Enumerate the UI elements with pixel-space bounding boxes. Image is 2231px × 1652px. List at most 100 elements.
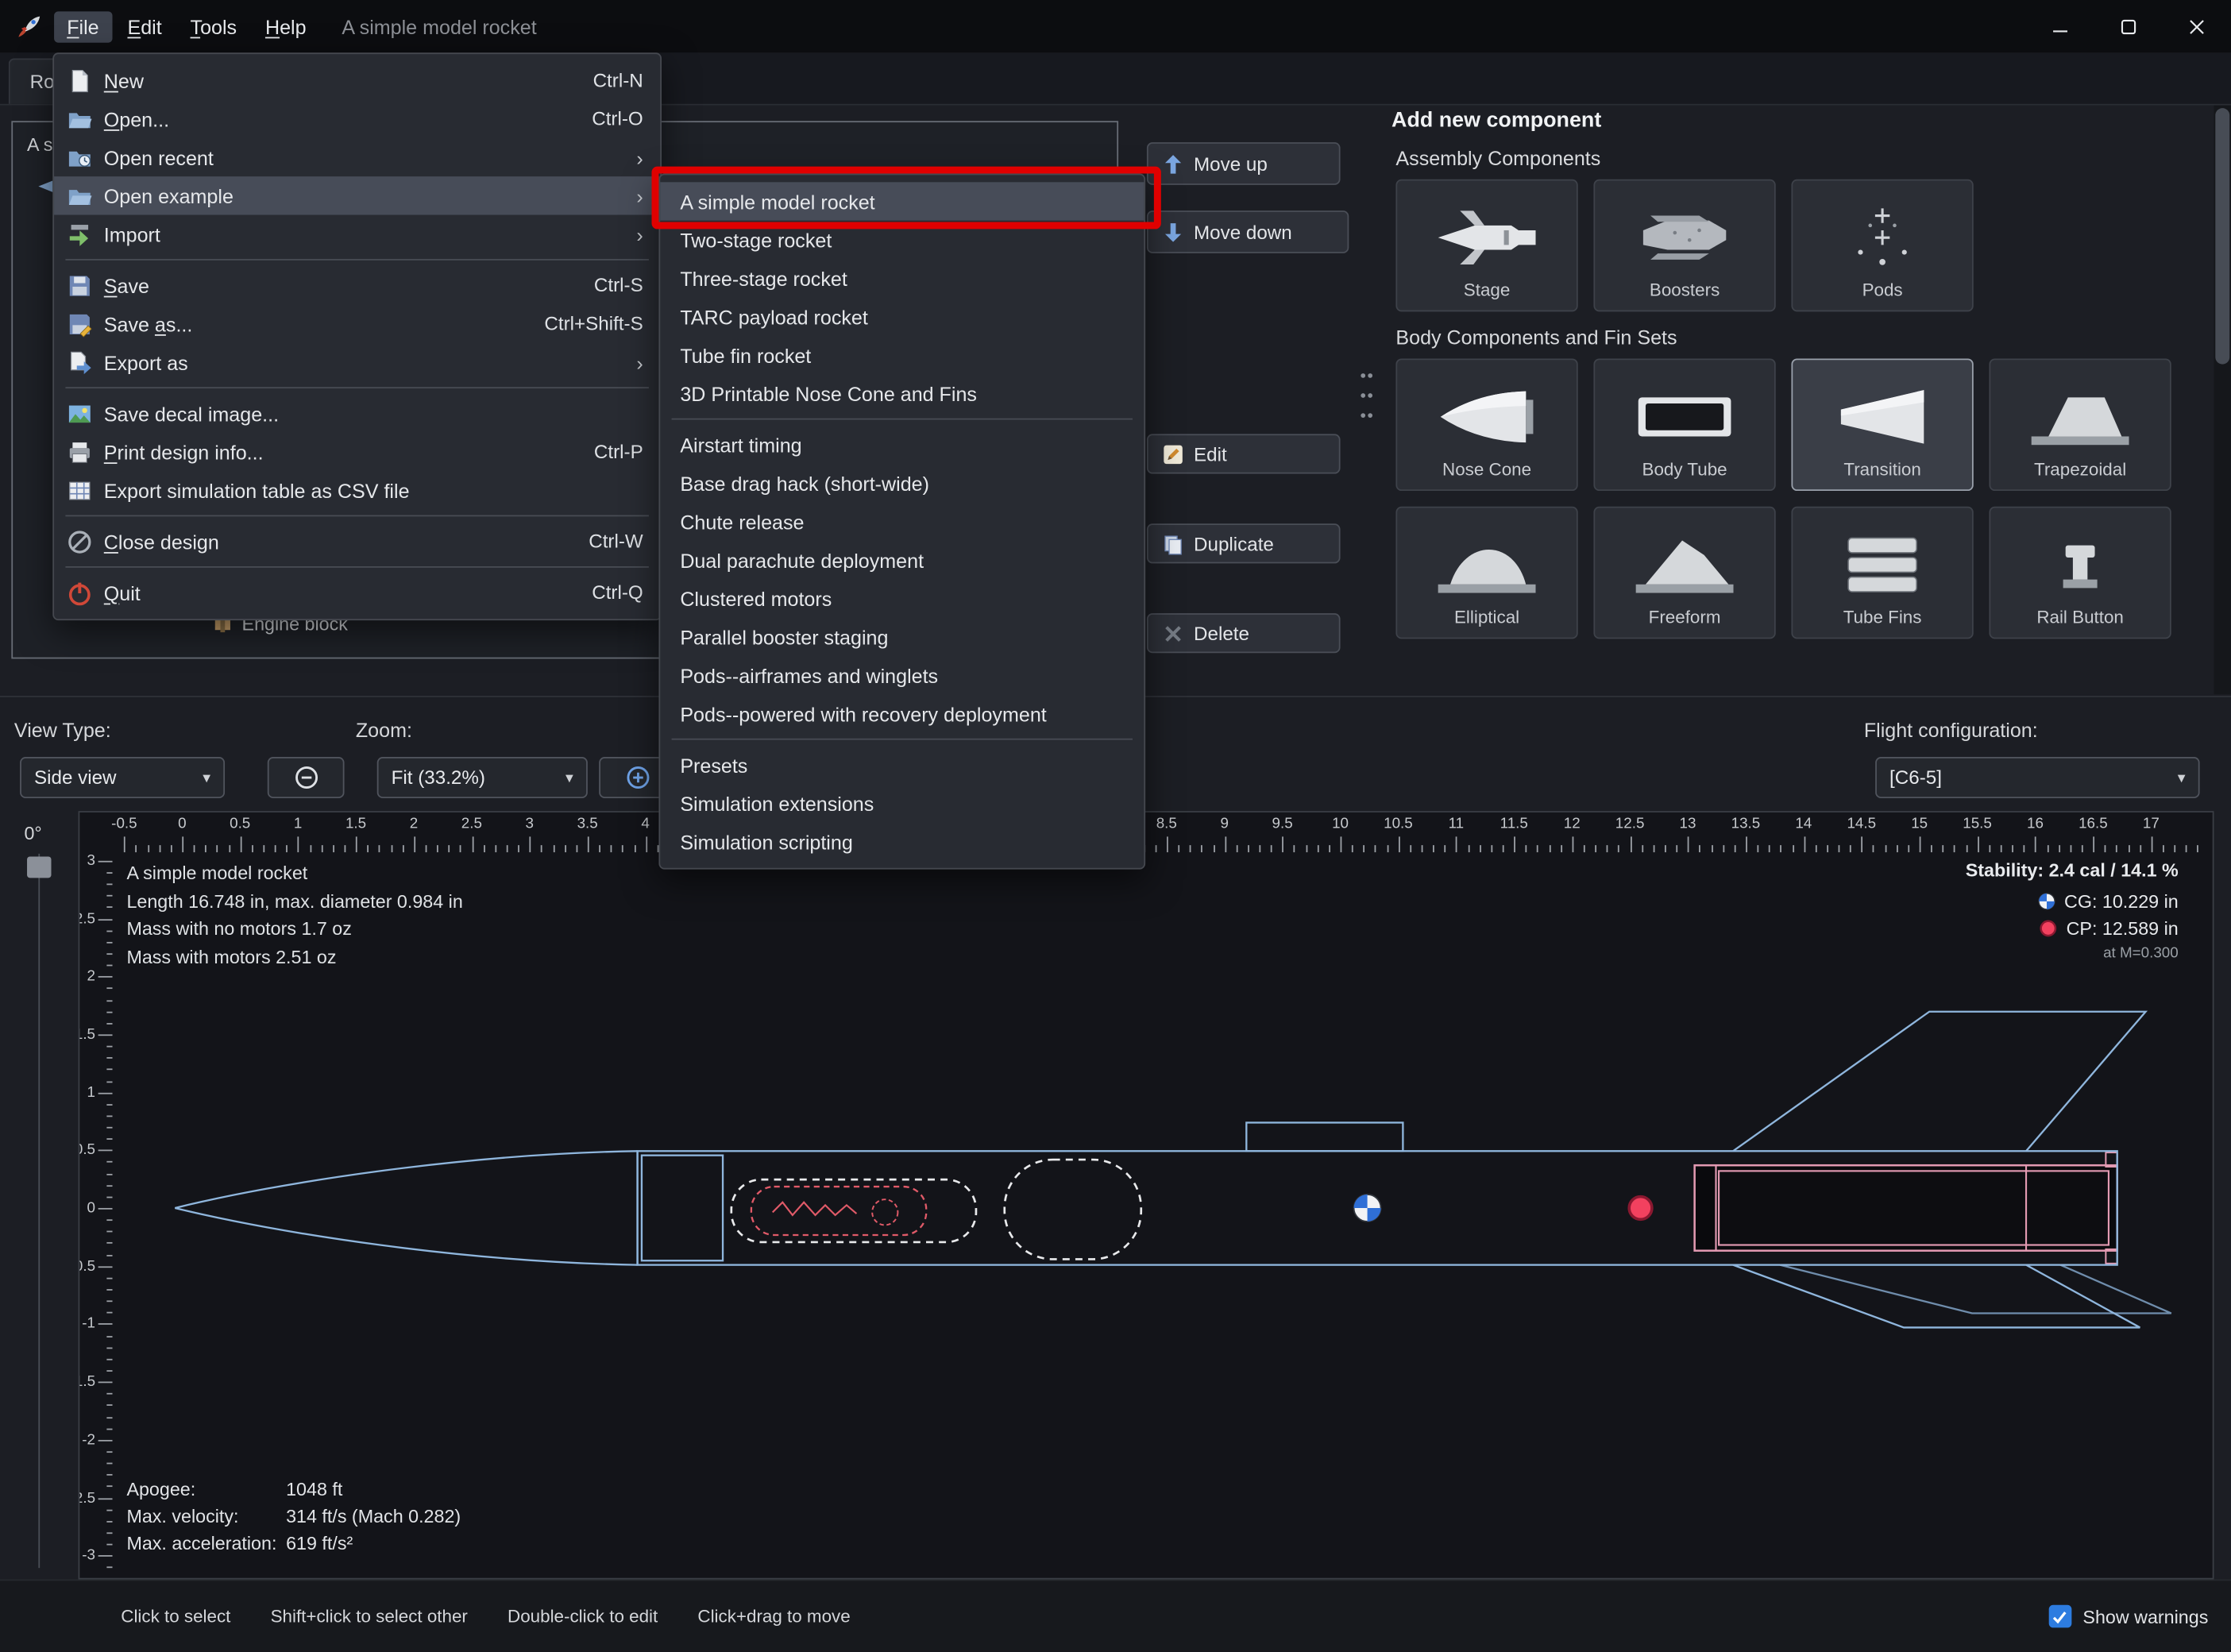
cp-value: CP: 12.589 in [2066,917,2179,940]
component-transition[interactable]: Transition [1791,358,1974,492]
menu-item-label: Open example [103,183,234,207]
boosters-icon [1619,202,1750,273]
menu-shortcut: Ctrl-P [593,441,643,463]
component-elliptical[interactable]: Elliptical [1395,506,1578,639]
move-up-button[interactable]: Move up [1146,142,1341,185]
menu-item-export-simulation-table-as-csv-file[interactable]: Export simulation table as CSV file [54,471,660,509]
stage-icon [1422,202,1553,273]
component-label: Elliptical [1453,607,1520,628]
menubar-file[interactable]: File [54,10,112,42]
chevron-down-icon: ▾ [203,770,211,787]
menu-item-open-recent[interactable]: Open recent › [54,138,660,176]
vertical-scrollbar[interactable] [2214,105,2231,695]
menubar-help[interactable]: Help [253,10,319,41]
zoom-out-button[interactable] [267,757,345,799]
panel-splitter-handle[interactable] [1357,367,1374,424]
submenu-item-base-drag-hack-short-wide[interactable]: Base drag hack (short-wide) [660,464,1144,502]
duplicate-button[interactable]: Duplicate [1146,523,1341,564]
menu-item-open[interactable]: Open... Ctrl-O [54,99,660,137]
recent-folder-icon [67,145,92,170]
submenu-item-simulation-extensions[interactable]: Simulation extensions [660,784,1144,822]
edit-button[interactable]: Edit [1146,434,1341,474]
add-component-title: Add new component [1391,108,1602,133]
component-nose-cone[interactable]: Nose Cone [1395,358,1578,492]
submenu-item-tube-fin-rocket[interactable]: Tube fin rocket [660,336,1144,374]
submenu-item-clustered-motors[interactable]: Clustered motors [660,579,1144,617]
elliptical-fin-icon [1422,529,1553,600]
menu-item-quit[interactable]: Quit Ctrl-Q [54,573,660,612]
component-boosters[interactable]: Boosters [1593,179,1776,312]
submenu-item-parallel-booster-staging[interactable]: Parallel booster staging [660,617,1144,655]
menu-shortcut: Ctrl-N [592,69,643,91]
menu-item-save-decal-image[interactable]: Save decal image... [54,394,660,432]
flight-configuration-value: [C6-5] [1889,766,1942,789]
menu-item-import[interactable]: Import › [54,215,660,253]
component-tube-fins[interactable]: Tube Fins [1791,506,1974,639]
component-label: Pods [1862,280,1903,300]
printer-icon [67,439,92,465]
component-pods[interactable]: Pods [1791,179,1974,312]
menu-item-label: Open... [103,107,170,130]
scrollbar-thumb[interactable] [2215,108,2230,365]
component-stage[interactable]: Stage [1395,179,1578,312]
submenu-item-pods-powered-with-recovery-deployment[interactable]: Pods--powered with recovery deployment [660,694,1144,732]
minimize-button[interactable] [2026,0,2094,52]
submenu-item-a-simple-model-rocket[interactable]: A simple model rocket [660,182,1144,221]
zoom-dropdown[interactable]: Fit (33.2%) ▾ [376,757,588,799]
arrow-up-icon [1164,154,1182,173]
submenu-item-presets[interactable]: Presets [660,746,1144,784]
close-button[interactable] [2163,0,2231,52]
menu-item-label: Export as [103,350,188,374]
rocket-design-canvas[interactable]: -0.500.511.522.533.544.555.566.577.588.5… [78,811,2214,1580]
move-down-label: Move down [1194,221,1292,243]
component-label: Freeform [1648,607,1721,628]
rotation-slider-handle[interactable] [27,856,52,878]
chevron-down-icon: ▾ [2177,770,2186,787]
pods-icon [1817,202,1948,273]
component-freeform[interactable]: Freeform [1593,506,1776,639]
maximize-button[interactable] [2094,0,2163,52]
menu-item-save-as[interactable]: Save as... Ctrl+Shift-S [54,304,660,342]
component-body-tube[interactable]: Body Tube [1593,358,1776,492]
menu-item-export-as[interactable]: Export as › [54,343,660,381]
menubar-edit[interactable]: Edit [114,10,174,41]
menu-item-close-design[interactable]: Close design Ctrl-W [54,522,660,560]
submenu-item-airstart-timing[interactable]: Airstart timing [660,426,1144,464]
stat-label: Apogee: [126,1478,196,1500]
minimize-icon [2053,29,2067,32]
edit-label: Edit [1194,443,1227,465]
submenu-item-three-stage-rocket[interactable]: Three-stage rocket [660,259,1144,297]
menubar-tools[interactable]: Tools [177,10,249,41]
check-icon [2053,1611,2067,1623]
submenu-item-simulation-scripting[interactable]: Simulation scripting [660,822,1144,860]
flight-configuration-dropdown[interactable]: [C6-5] ▾ [1875,757,2200,799]
submenu-item-tarc-payload-rocket[interactable]: TARC payload rocket [660,297,1144,335]
delete-label: Delete [1194,622,1249,644]
menu-item-new[interactable]: New Ctrl-N [54,61,660,99]
menu-shortcut: Ctrl-Q [592,581,643,604]
section-heading: Body Components and Fin Sets [1395,326,1677,349]
arrow-down-icon [1164,222,1182,241]
submenu-item-pods-airframes-and-winglets[interactable]: Pods--airframes and winglets [660,656,1144,694]
move-down-button[interactable]: Move down [1146,210,1349,253]
view-type-dropdown[interactable]: Side view ▾ [20,757,226,799]
delete-button[interactable]: Delete [1146,613,1341,654]
component-trapezoidal[interactable]: Trapezoidal [1989,358,2171,492]
flight-stat-row: Max. velocity: 314 ft/s (Mach 0.282) [126,1503,461,1530]
openrocket-window: File Edit Tools Help A simple model rocket … [0,0,2231,1652]
show-warnings-checkbox[interactable] [2048,1604,2072,1628]
component-rail-button[interactable]: Rail Button [1989,506,2171,639]
menu-item-print-design-info[interactable]: Print design info... Ctrl-P [54,433,660,471]
quit-icon [67,580,92,605]
submenu-item-3d-printable-nose-cone-and-fins[interactable]: 3D Printable Nose Cone and Fins [660,374,1144,412]
component-label: Boosters [1649,280,1720,300]
trapezoidal-fin-icon [2015,381,2146,453]
edit-pencil-icon [1164,444,1183,464]
component-label: Tube Fins [1843,607,1922,628]
submenu-item-dual-parachute-deployment[interactable]: Dual parachute deployment [660,541,1144,579]
menu-item-open-example[interactable]: Open example › [54,176,661,215]
menu-item-save[interactable]: Save Ctrl-S [54,266,660,304]
submenu-item-chute-release[interactable]: Chute release [660,502,1144,540]
rocket-info-line: A simple model rocket [126,862,308,884]
submenu-item-two-stage-rocket[interactable]: Two-stage rocket [660,221,1144,259]
